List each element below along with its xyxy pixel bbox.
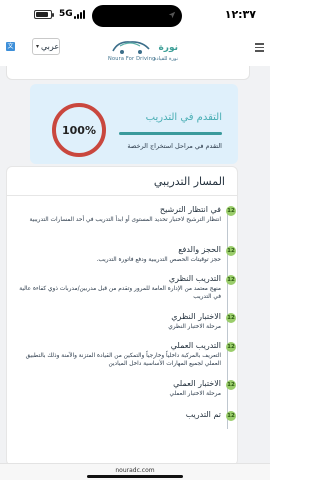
step-number-badge: 12: [226, 380, 236, 390]
battery-icon: [34, 10, 54, 19]
hamburger-menu-icon[interactable]: [255, 43, 264, 52]
step-title: في انتظار الترشيح: [159, 205, 221, 214]
training-path-title: المسار التدريبي: [153, 175, 225, 188]
progress-percent: 100%: [62, 123, 96, 137]
network-type: 5G: [59, 9, 73, 19]
training-path-card: المسار التدريبي 12 في انتظار الترشيح انت…: [6, 166, 238, 466]
logo-text-en: Noura For Driving: [108, 56, 156, 62]
training-progress-card: 100% التقدم في التدريب التقدم في مراحل ا…: [30, 84, 238, 164]
location-arrow-icon: [168, 11, 176, 19]
progress-bar: [119, 132, 222, 135]
previous-card-bottom: [6, 66, 250, 80]
step-title: التدريب العملي: [170, 341, 221, 350]
step-title: الحجز والدفع: [178, 245, 221, 254]
car-logo-icon: [112, 41, 150, 54]
step-number-badge: 12: [226, 275, 236, 285]
progress-bar-fill: [119, 132, 222, 135]
step-description: انتظار الترشيح لاختبار تحديد المستوى أو …: [29, 217, 221, 223]
progress-description: التقدم في مراحل استخراج الرخصة: [127, 142, 222, 150]
status-bar: ١٢:٣٧ 5G: [0, 0, 270, 30]
step-number-badge: 12: [226, 246, 236, 256]
step-title: الاختبار العملي: [173, 379, 221, 388]
step-description: مرحلة الاختبار النظري: [168, 324, 221, 330]
step-description: التعريف بالمركبة داخلياً وخارجياً والتمك…: [25, 353, 221, 368]
translate-icon[interactable]: 文: [6, 42, 15, 51]
main-content: 100% التقدم في التدريب التقدم في مراحل ا…: [0, 66, 270, 466]
step-title: تم التدريب: [185, 410, 221, 419]
status-time: ١٢:٣٧: [224, 8, 256, 21]
step-number-badge: 12: [226, 411, 236, 421]
home-indicator[interactable]: [87, 475, 183, 478]
logo-text-ar: نورة: [158, 43, 178, 53]
progress-title: التقدم في التدريب: [145, 112, 222, 123]
url-text: nouradc.com: [115, 467, 155, 474]
site-header: 文 ▾ عربي نورة Noura For Driving نورة للق…: [0, 30, 270, 66]
step-description: منهج معتمد من الإدارة العامة للمرور وتقد…: [19, 286, 221, 301]
step-number-badge: 12: [226, 313, 236, 323]
logo[interactable]: نورة Noura For Driving نورة للقيادة: [108, 34, 178, 64]
language-label: عربي: [41, 42, 60, 51]
step-title: الاختبار النظري: [171, 312, 221, 321]
step-description: حجز توقيتات الحصص التدريبية ودفع فاتورة …: [96, 257, 221, 263]
divider: [7, 195, 237, 196]
signal-bars-icon: [74, 9, 88, 19]
step-number-badge: 12: [226, 342, 236, 352]
step-title: التدريب النظري: [168, 274, 221, 283]
language-select[interactable]: ▾ عربي: [32, 38, 60, 55]
step-description: مرحلة الاختبار العملي: [169, 391, 221, 397]
step-number-badge: 12: [226, 206, 236, 216]
logo-subtext-ar: نورة للقيادة: [153, 56, 178, 62]
chevron-down-icon: ▾: [36, 43, 40, 50]
